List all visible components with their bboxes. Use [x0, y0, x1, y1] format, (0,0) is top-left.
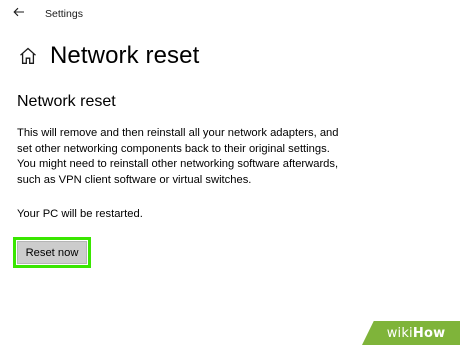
description-text: This will remove and then reinstall all …	[17, 126, 377, 188]
back-button[interactable]	[10, 5, 28, 21]
watermark-suffix: How	[412, 325, 446, 341]
wikihow-watermark: wikiHow	[362, 321, 460, 345]
page-title: Network reset	[50, 42, 200, 69]
description-line: You might need to reinstall other networ…	[17, 158, 339, 171]
description-line: set other networking components back to …	[17, 142, 330, 155]
description-line: such as VPN client software or virtual s…	[17, 173, 252, 186]
section-title: Network reset	[17, 93, 116, 110]
arrow-left-icon	[13, 4, 25, 22]
window-title: Settings	[45, 8, 83, 20]
description-line: This will remove and then reinstall all …	[17, 127, 339, 139]
watermark-text: wikiHow	[377, 326, 446, 341]
reset-now-button[interactable]: Reset now	[17, 241, 87, 264]
title-bar: Settings	[0, 0, 460, 28]
home-icon	[18, 46, 38, 66]
page-header: Network reset	[18, 40, 199, 72]
restart-note: Your PC will be restarted.	[17, 208, 143, 220]
watermark-prefix: wiki	[386, 325, 413, 341]
